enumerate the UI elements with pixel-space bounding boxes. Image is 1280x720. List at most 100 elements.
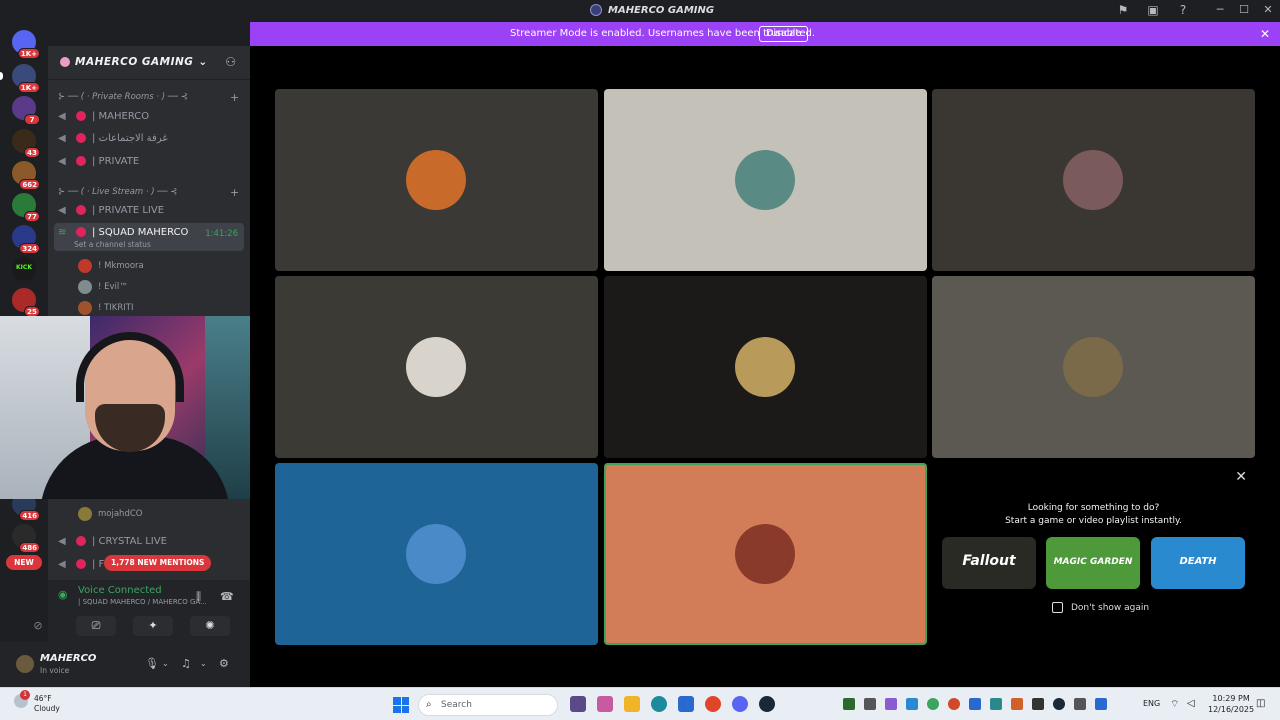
headphones-icon[interactable]: ♫ — [181, 657, 191, 670]
game-card-death[interactable]: DEATH — [1151, 537, 1245, 589]
voice-member[interactable]: mojahdCO — [78, 506, 142, 522]
participant-tile[interactable] — [275, 463, 598, 645]
minimize-button[interactable]: ─ — [1208, 0, 1232, 22]
help-icon[interactable]: ? — [1176, 3, 1190, 17]
clock[interactable]: 10:29 PM 12/16/2025 — [1208, 693, 1254, 715]
bluetooth-icon[interactable] — [969, 698, 981, 710]
channel-label: | PRIVATE LIVE — [92, 204, 165, 216]
channel-maherco[interactable]: ◀ | MAHERCO — [58, 106, 244, 126]
activities-button[interactable]: ✦ — [133, 616, 173, 636]
tray-app-icon[interactable] — [1032, 698, 1044, 710]
category-private-rooms[interactable]: ⊱ ── ( · Private Rooms · ) ── ⊰ + — [58, 91, 239, 104]
file-explorer-icon[interactable] — [624, 696, 640, 712]
server-icon[interactable]: 43 — [12, 129, 40, 158]
tray-sync-icon[interactable] — [864, 698, 876, 710]
voice-member[interactable]: ! TIKRITI — [78, 300, 134, 316]
maximize-button[interactable]: ☐ — [1232, 0, 1256, 22]
notification-icon[interactable]: ◫ — [1256, 698, 1265, 709]
speaker-icon: ◀ — [58, 558, 66, 570]
noise-suppression-icon[interactable]: ⫼ — [196, 590, 201, 604]
chevron-down-icon[interactable]: ⌄ — [162, 659, 169, 668]
signal-icon[interactable]: ◉ — [58, 588, 68, 601]
tray-app-icon[interactable] — [927, 698, 939, 710]
tray-steam-icon[interactable] — [1053, 698, 1065, 710]
game-card-magic-garden[interactable]: MAGIC GARDEN — [1046, 537, 1140, 589]
disable-button[interactable]: Disable — [759, 26, 809, 42]
channel-private-live[interactable]: ◀ | PRIVATE LIVE — [58, 200, 244, 220]
new-pill[interactable]: NEW — [6, 555, 42, 570]
close-icon[interactable]: ✕ — [1260, 27, 1270, 41]
channel-status-button[interactable]: Set a channel status — [74, 240, 151, 249]
add-channel-icon[interactable]: + — [230, 186, 239, 199]
guild-header[interactable]: MAHERCO GAMING ⌄ ⚇ — [48, 46, 250, 80]
participant-tile[interactable] — [604, 463, 927, 645]
participant-tile[interactable] — [275, 89, 598, 271]
microphone-icon[interactable]: 🎙 — [145, 657, 159, 670]
server-icon[interactable]: 77 — [12, 193, 40, 222]
channel-squad-maherco[interactable]: ≋ | SQUAD MAHERCO 1:41:26 Set a channel … — [54, 223, 244, 251]
add-channel-icon[interactable]: + — [230, 91, 239, 104]
tray-app-icon[interactable] — [990, 698, 1002, 710]
network-icon[interactable]: ⌔ — [1170, 698, 1179, 711]
inbox-icon[interactable]: ▣ — [1146, 3, 1160, 17]
volume-icon[interactable]: ◁ — [1187, 698, 1195, 709]
chrome-icon[interactable] — [705, 696, 721, 712]
category-live-stream[interactable]: ⊱ ── ( · Live Stream · ) ── ⊰ + — [58, 186, 239, 199]
discord-icon[interactable] — [732, 696, 748, 712]
server-icon[interactable]: 7 — [12, 96, 40, 125]
camera-off-button[interactable]: ⊘ — [18, 616, 58, 636]
checkbox-box[interactable] — [1052, 602, 1063, 613]
voice-status[interactable]: Voice Connected — [78, 585, 162, 596]
channel-meetings[interactable]: ◀ | غرفة الاجتماعات — [58, 128, 244, 148]
soundboard-button[interactable]: ✺ — [190, 616, 230, 636]
avatar — [1063, 337, 1123, 397]
taskbar-search[interactable]: ⌕ Search — [418, 694, 558, 716]
tray-nvidia-icon[interactable] — [843, 698, 855, 710]
gear-icon[interactable]: ⚙ — [219, 657, 229, 670]
channel-private[interactable]: ◀ | PRIVATE — [58, 151, 244, 171]
flag-icon[interactable]: ⚑ — [1116, 3, 1130, 17]
disconnect-icon[interactable]: ☎ — [220, 590, 234, 603]
new-mentions-pill[interactable]: 1,778 NEW MENTIONS — [104, 555, 212, 571]
server-icon[interactable]: 1K+ — [12, 64, 40, 93]
start-button[interactable] — [393, 697, 409, 713]
server-icon[interactable]: 324 — [12, 225, 40, 254]
tray-app-icon[interactable] — [906, 698, 918, 710]
tray-app-icon[interactable] — [948, 698, 960, 710]
microphone-tray-icon[interactable] — [1095, 698, 1107, 710]
steam-icon[interactable] — [759, 696, 775, 712]
invite-people-icon[interactable]: ⚇ — [225, 55, 236, 69]
server-icon[interactable]: KICK — [12, 257, 36, 281]
tray-app-icon[interactable] — [885, 698, 897, 710]
voice-member[interactable]: ! Evil™ — [78, 279, 128, 295]
channel-crystal-live[interactable]: ◀ | CRYSTAL LIVE — [58, 531, 244, 551]
store-icon[interactable] — [678, 696, 694, 712]
task-view-icon[interactable] — [570, 696, 586, 712]
weather-widget[interactable]: 1 46°F Cloudy — [14, 690, 60, 714]
close-icon[interactable]: ✕ — [1235, 469, 1247, 485]
screen-share-button[interactable]: ⎚ — [76, 616, 116, 636]
copilot-icon[interactable] — [597, 696, 613, 712]
server-icon[interactable]: 662 — [12, 161, 40, 190]
avatar[interactable] — [14, 653, 36, 675]
server-icon[interactable]: 25 — [12, 288, 40, 317]
discord-home-icon[interactable]: 1K+ — [12, 30, 40, 59]
mention-badge: 43 — [24, 147, 40, 158]
participant-tile[interactable] — [604, 89, 927, 271]
game-name: MAGIC GARDEN — [1053, 557, 1133, 567]
server-icon[interactable]: 486 — [12, 524, 40, 553]
edge-icon[interactable] — [651, 696, 667, 712]
participant-tile[interactable] — [932, 89, 1255, 271]
chevron-down-icon[interactable]: ⌄ — [200, 659, 207, 668]
user-name[interactable]: MAHERCO — [40, 653, 96, 664]
participant-tile[interactable] — [604, 276, 927, 458]
tray-app-icon[interactable] — [1011, 698, 1023, 710]
language-indicator[interactable]: ENG — [1143, 699, 1160, 708]
game-card-fallout[interactable]: Fallout — [942, 537, 1036, 589]
participant-tile[interactable] — [932, 276, 1255, 458]
tray-app-icon[interactable] — [1074, 698, 1086, 710]
voice-member[interactable]: ! Mkmoora — [78, 258, 144, 274]
close-window-button[interactable]: ✕ — [1256, 0, 1280, 22]
dont-show-again-checkbox[interactable]: Don't show again — [1052, 602, 1149, 613]
participant-tile[interactable] — [275, 276, 598, 458]
